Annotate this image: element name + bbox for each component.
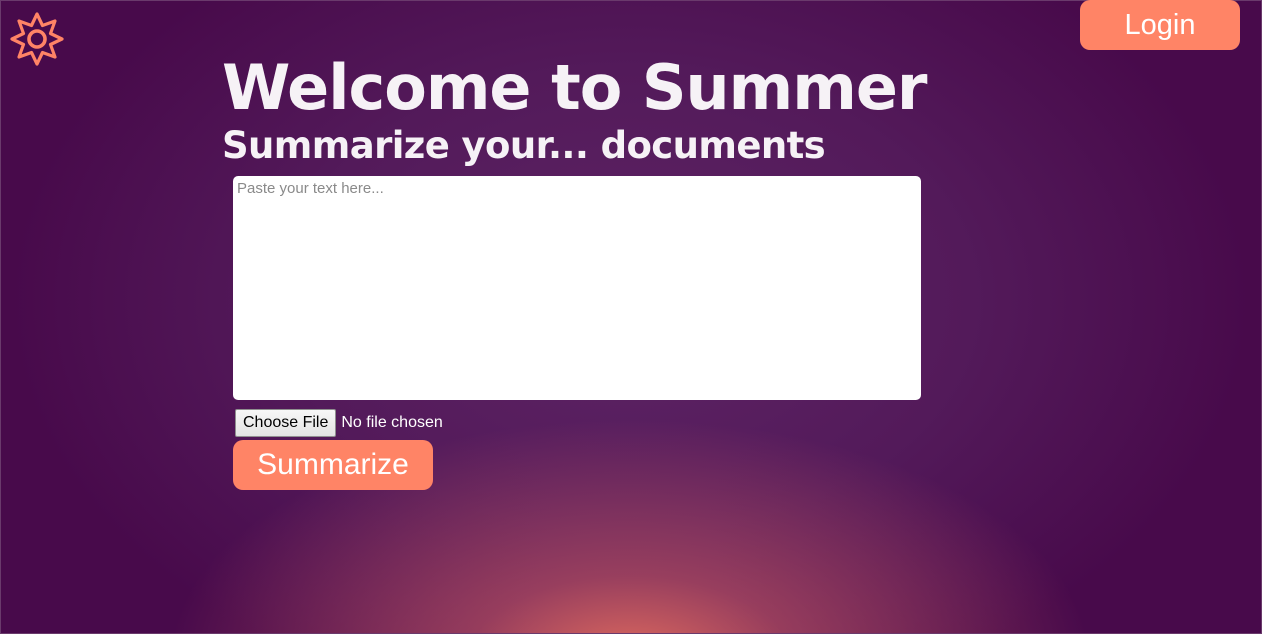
- summarize-button[interactable]: Summarize: [233, 440, 433, 490]
- choose-file-button[interactable]: Choose File: [235, 409, 337, 437]
- login-button[interactable]: Login: [1080, 0, 1240, 50]
- text-input[interactable]: [233, 176, 921, 400]
- file-status-text: No file chosen: [341, 414, 443, 431]
- page-title: Welcome to Summer: [222, 51, 928, 124]
- file-upload: Choose File No file chosen: [235, 409, 443, 437]
- sun-gear-icon[interactable]: [10, 12, 64, 66]
- page-subtitle: Summarize your... documents: [222, 124, 826, 167]
